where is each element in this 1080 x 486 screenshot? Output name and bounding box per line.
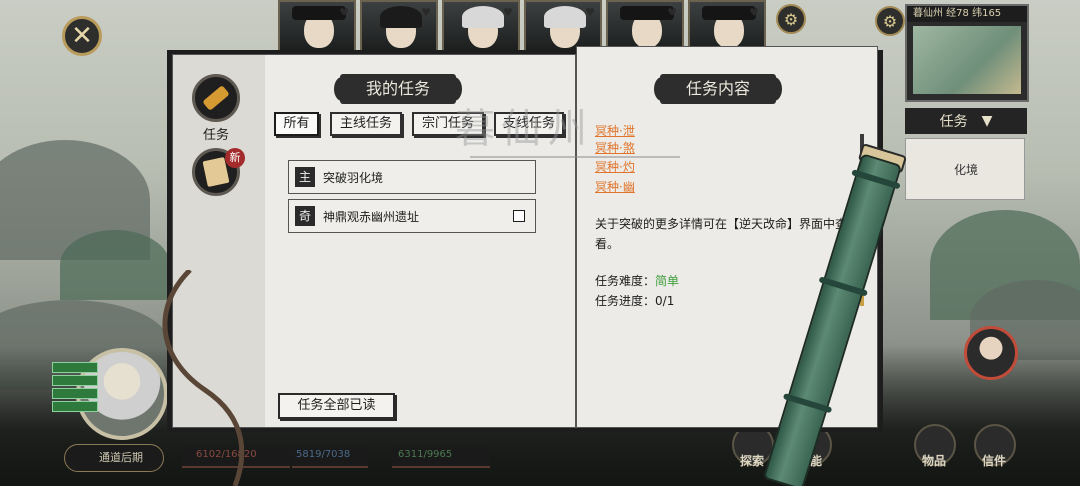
stat-bar-mp: 5819/7038 [292,446,368,468]
gear-icon: ⚙ [882,11,898,31]
tab-quests-label: 任务 [202,128,229,143]
quest-name: 突破羽化境 [323,170,384,185]
party-portrait[interactable]: ♥ [360,0,438,52]
heart-icon: ♥ [503,6,513,19]
reward-link[interactable]: 冥种·泄 [595,122,635,139]
task-tracker-label: 任务 [939,114,968,130]
heart-icon: ♥ [667,6,677,19]
status-tags [52,362,98,412]
party-portrait[interactable]: ♥ [442,0,520,52]
quest-name: 神鼎观赤幽州遗址 [323,209,420,224]
companion-avatar[interactable] [964,326,1018,380]
quest-row[interactable]: 奇 神鼎观赤幽州遗址 [288,199,536,233]
heart-icon: ♥ [339,6,349,19]
mail-label: 信件 [982,454,1007,468]
new-badge: 新 [225,148,245,168]
party-portrait[interactable]: ♥ [688,0,766,52]
reward-link[interactable]: 冥种·煞 [595,139,635,156]
task-tracker-panel[interactable]: 化境 [905,138,1025,200]
settings-button[interactable]: ⚙ [776,4,806,34]
minimap-title: 暮仙州 经78 纬165 [907,6,1027,22]
party-portrait[interactable]: ♥ [606,0,684,52]
progress-label: 任务进度： [595,294,656,308]
watermark-underline [470,156,680,158]
quest-list-title: 我的任务 [333,74,463,104]
difficulty-value: 简单 [655,274,680,288]
difficulty-label: 任务难度： [595,274,656,288]
heart-icon: ♥ [585,6,595,19]
progress-row: 任务进度：0/1 [595,292,674,309]
quest-checkbox[interactable] [513,210,525,222]
rope-decoration [162,270,245,486]
minimap[interactable]: 暮仙州 经78 纬165 [905,4,1029,102]
quest-detail-title: 任务内容 [653,74,783,104]
settings-button-secondary[interactable]: ⚙ [875,6,905,36]
stat-bar-exp: 6311/9965 [392,446,490,468]
read-all-button[interactable]: 任务全部已读 [278,393,395,419]
watermark: 暮仙州 [455,106,593,152]
difficulty-row: 任务难度：简单 [595,272,679,289]
heart-icon: ♥ [749,6,759,19]
heart-icon: ♥ [421,6,431,19]
party-portrait[interactable]: ♥ [278,0,356,52]
party-portrait[interactable]: ♥ [524,0,602,52]
name-plate[interactable]: 通道后期 [64,444,164,472]
quest-type-tag: 主 [295,167,315,187]
scroll-icon [202,85,230,111]
quest-row[interactable]: 主 突破羽化境 [288,160,536,194]
tab-quests[interactable] [192,74,240,122]
task-tracker-text: 化境 [954,163,979,177]
filter-main[interactable]: 主线任务 [330,112,402,136]
items-label: 物品 [922,454,947,468]
task-tracker-header[interactable]: 任务 ▼ [905,108,1027,134]
close-icon: ✕ [71,21,93,51]
progress-value: 0/1 [655,294,675,308]
reward-link[interactable]: 冥种·幽 [595,178,635,195]
minimap-map [913,26,1021,94]
reward-link[interactable]: 冥种·灼 [595,158,635,175]
filter-all[interactable]: 所有 [274,112,319,136]
party-portraits: ♥ ♥ ♥ ♥ ♥ ♥ [278,0,766,52]
chevron-down-icon: ▼ [981,113,993,129]
gear-icon: ⚙ [783,9,799,29]
quest-type-tag: 奇 [295,206,315,226]
close-button[interactable]: ✕ [62,16,102,56]
